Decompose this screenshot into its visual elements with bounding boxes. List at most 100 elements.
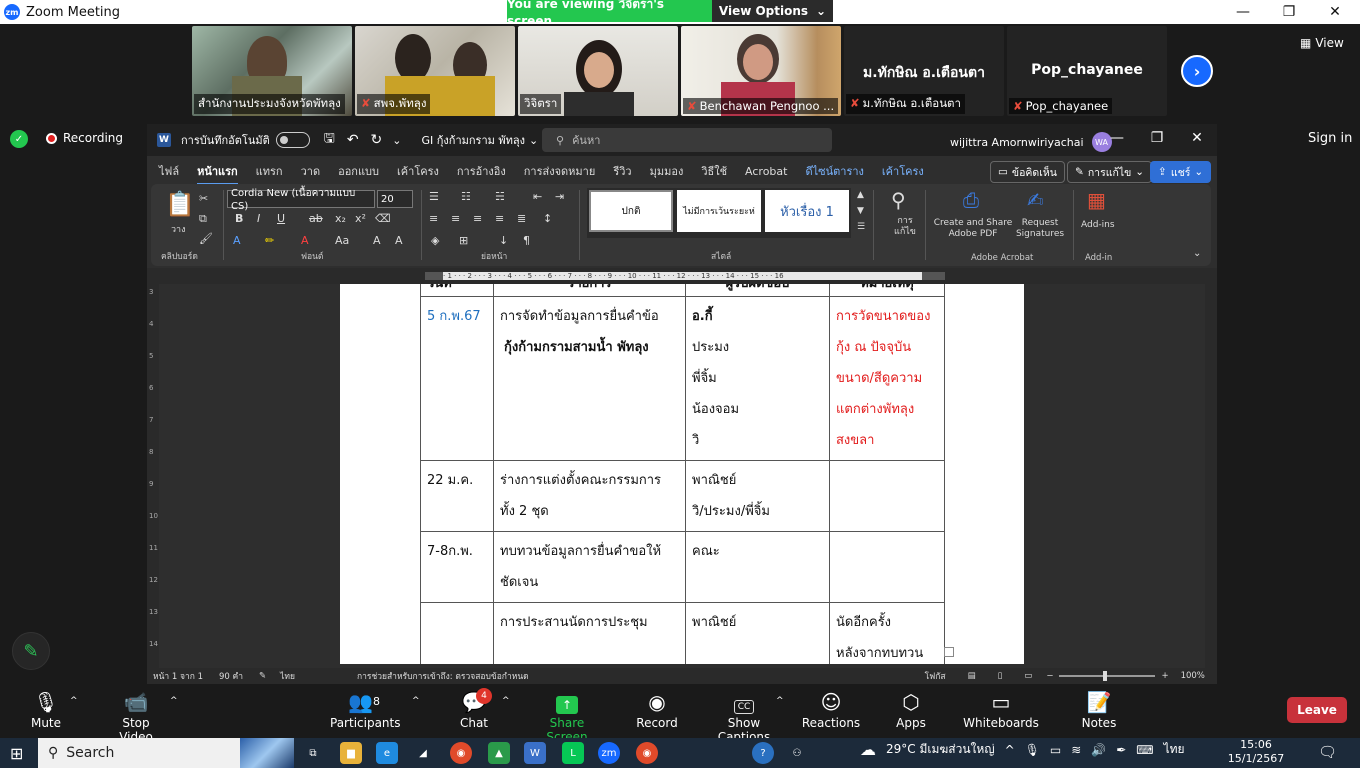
styles-scroll-up-icon[interactable]: ▲	[857, 190, 864, 200]
chrome-icon[interactable]: ◉	[450, 742, 472, 764]
page-count[interactable]: หน้า 1 จาก 1	[153, 669, 203, 683]
accessibility-status[interactable]: การช่วยสำหรับการเข้าถึง: ตรวจสอบข้อกำหนด	[357, 669, 529, 683]
clear-format-icon[interactable]: ⌫	[375, 212, 391, 225]
proofing-icon[interactable]: ✎	[259, 671, 266, 681]
align-left-icon[interactable]: ≡	[429, 212, 438, 225]
next-page-button[interactable]: ›	[1181, 55, 1213, 87]
line-app-icon[interactable]: L	[562, 742, 584, 764]
word-restore-icon[interactable]: ❐	[1137, 130, 1177, 146]
show-captions-button[interactable]: CC Show Captions	[702, 688, 786, 744]
word-user[interactable]: wijittra Amornwiriyachai WA	[950, 132, 1112, 152]
row-date[interactable]: 5 ก.พ.67	[420, 296, 494, 461]
tab-table-design[interactable]: ดีไซน์ตาราง	[796, 162, 872, 180]
request-signatures-icon[interactable]: ✍	[1027, 188, 1044, 212]
row-item[interactable]: การจัดทำข้อมูลการยื่นคำข้อ กุ้งก้ามกรามสา…	[493, 296, 686, 461]
comments-button[interactable]: ▭ ข้อคิดเห็น	[990, 161, 1065, 183]
security-shield-icon[interactable]: ✓	[10, 130, 28, 148]
styles-more-icon[interactable]: ☰	[857, 222, 865, 232]
chat-options-icon[interactable]: ^	[502, 696, 510, 706]
audio-app-icon[interactable]: ◢	[412, 742, 434, 764]
tab-insert[interactable]: แทรก	[247, 162, 292, 180]
bold-icon[interactable]: B	[235, 212, 243, 225]
volume-icon[interactable]: 🔊	[1091, 743, 1106, 757]
pen-tray-icon[interactable]: ✒	[1116, 743, 1126, 757]
find-icon[interactable]: ⚲	[891, 188, 906, 212]
header-owner[interactable]: ผู้รับผิดชอบ	[685, 284, 830, 297]
save-icon[interactable]: 🖫	[324, 129, 335, 151]
justify-icon[interactable]: ≡	[495, 212, 504, 225]
pilcrow-icon[interactable]: ¶	[523, 234, 530, 247]
share-button[interactable]: ⇪ แชร์ ⌄	[1150, 161, 1212, 183]
multilevel-list-icon[interactable]: ☵	[495, 190, 505, 203]
shrink-font-icon[interactable]: A	[395, 234, 403, 247]
participant-tile[interactable]: วิจิตรา	[518, 26, 678, 116]
row-owner[interactable]: พาณิชย์	[685, 602, 830, 664]
windows-start-icon[interactable]: ⊞	[10, 744, 23, 763]
table-resize-handle[interactable]	[944, 647, 954, 657]
word-search-box[interactable]: ⚲ ค้นหา	[542, 128, 832, 152]
bullets-icon[interactable]: ☰	[429, 190, 439, 203]
subscript-icon[interactable]: x₂	[335, 212, 346, 225]
language-status[interactable]: ไทย	[280, 669, 295, 683]
styles-scroll-down-icon[interactable]: ▼	[857, 206, 864, 216]
text-effects-icon[interactable]: A	[233, 234, 241, 247]
tab-acrobat[interactable]: Acrobat	[736, 165, 796, 178]
align-right-icon[interactable]: ≡	[473, 212, 482, 225]
undo-icon[interactable]: ↶	[347, 132, 359, 148]
editing-mode-button[interactable]: ✎ การแก้ไข ⌄	[1067, 161, 1153, 183]
header-date[interactable]: วันที่	[420, 284, 494, 297]
zoom-in-icon[interactable]: +	[1161, 671, 1168, 681]
ruler-scale[interactable]: · 1 · · · 2 · · · 3 · · · 4 · · · 5 · · …	[443, 272, 922, 280]
row-owner[interactable]: คณะ	[685, 531, 830, 603]
maximize-icon[interactable]: ❐	[1266, 0, 1312, 24]
row-date[interactable]: 22 ม.ค.	[420, 460, 494, 532]
captions-options-icon[interactable]: ^	[776, 696, 784, 706]
close-icon[interactable]: ✕	[1312, 0, 1358, 24]
mute-button[interactable]: 🎙 Mute	[30, 688, 62, 730]
paste-icon[interactable]: 📋	[165, 190, 195, 218]
apps-button[interactable]: ⬡ Apps	[892, 688, 930, 730]
audio-options-icon[interactable]: ^	[70, 696, 78, 706]
header-item[interactable]: รายการ	[493, 284, 686, 297]
superscript-icon[interactable]: x²	[355, 212, 366, 225]
tab-mailings[interactable]: การส่งจดหมาย	[515, 162, 605, 180]
participant-tile[interactable]: ✘ Benchawan Pengnoo ...	[681, 26, 841, 116]
font-name-select[interactable]: Cordia New (เนื้อความแบบ CS)	[227, 188, 375, 212]
tab-table-layout[interactable]: เค้าโครง	[873, 162, 933, 180]
numbering-icon[interactable]: ☷	[461, 190, 471, 203]
tab-layout[interactable]: เค้าโครง	[388, 162, 448, 180]
document-page[interactable]: วันที่ รายการ ผู้รับผิดชอบ หมายเหตุ 5 ก.…	[340, 284, 1024, 664]
keyboard-icon[interactable]: ⌨	[1136, 743, 1153, 757]
more-icon[interactable]: ⌄	[392, 134, 401, 147]
people-icon[interactable]: ⚇	[786, 742, 808, 764]
create-pdf-icon[interactable]: ⎙	[963, 188, 979, 212]
record-button[interactable]: ◉ Record	[634, 688, 680, 730]
thai-distribute-icon[interactable]: ≣	[517, 212, 526, 225]
minimize-icon[interactable]: —	[1220, 0, 1266, 24]
microphone-tray-icon[interactable]: 🎙	[1025, 743, 1040, 757]
row-note[interactable]	[829, 531, 945, 603]
grow-font-icon[interactable]: A	[373, 234, 381, 247]
file-explorer-icon[interactable]: ▆	[340, 742, 362, 764]
print-layout-icon[interactable]: ▯	[998, 671, 1003, 681]
zoom-taskbar-icon[interactable]: zm	[598, 742, 620, 764]
zoom-level[interactable]: 100%	[1181, 671, 1205, 681]
participants-options-icon[interactable]: ^	[412, 696, 420, 706]
row-note[interactable]: การวัดขนาดของ กุ้ง ณ ปัจจุบัน ขนาด/สีดูควา…	[829, 296, 945, 461]
leave-button[interactable]: Leave	[1287, 697, 1347, 723]
word-taskbar-icon[interactable]: W	[524, 742, 546, 764]
video-options-icon[interactable]: ^	[170, 696, 178, 706]
web-layout-icon[interactable]: ▭	[1024, 671, 1032, 681]
participant-tile[interactable]: ✘ สพจ.พัทลุง	[355, 26, 515, 116]
header-note[interactable]: หมายเหตุ	[829, 284, 945, 297]
highlight-icon[interactable]: ✏	[265, 234, 274, 247]
participants-button[interactable]: 👥8 Participants	[330, 688, 401, 730]
vertical-scrollbar[interactable]	[1205, 284, 1217, 668]
tab-help[interactable]: วิธีใช้	[692, 162, 736, 180]
row-owner[interactable]: พาณิชย์ วิ/ประมง/พี่จิ้ม	[685, 460, 830, 532]
borders-icon[interactable]: ⊞	[459, 234, 468, 247]
row-note[interactable]	[829, 460, 945, 532]
increase-indent-icon[interactable]: ⇥	[555, 190, 564, 203]
schedule-table[interactable]: วันที่ รายการ ผู้รับผิดชอบ หมายเหตุ 5 ก.…	[420, 284, 945, 664]
row-date[interactable]	[420, 602, 494, 664]
